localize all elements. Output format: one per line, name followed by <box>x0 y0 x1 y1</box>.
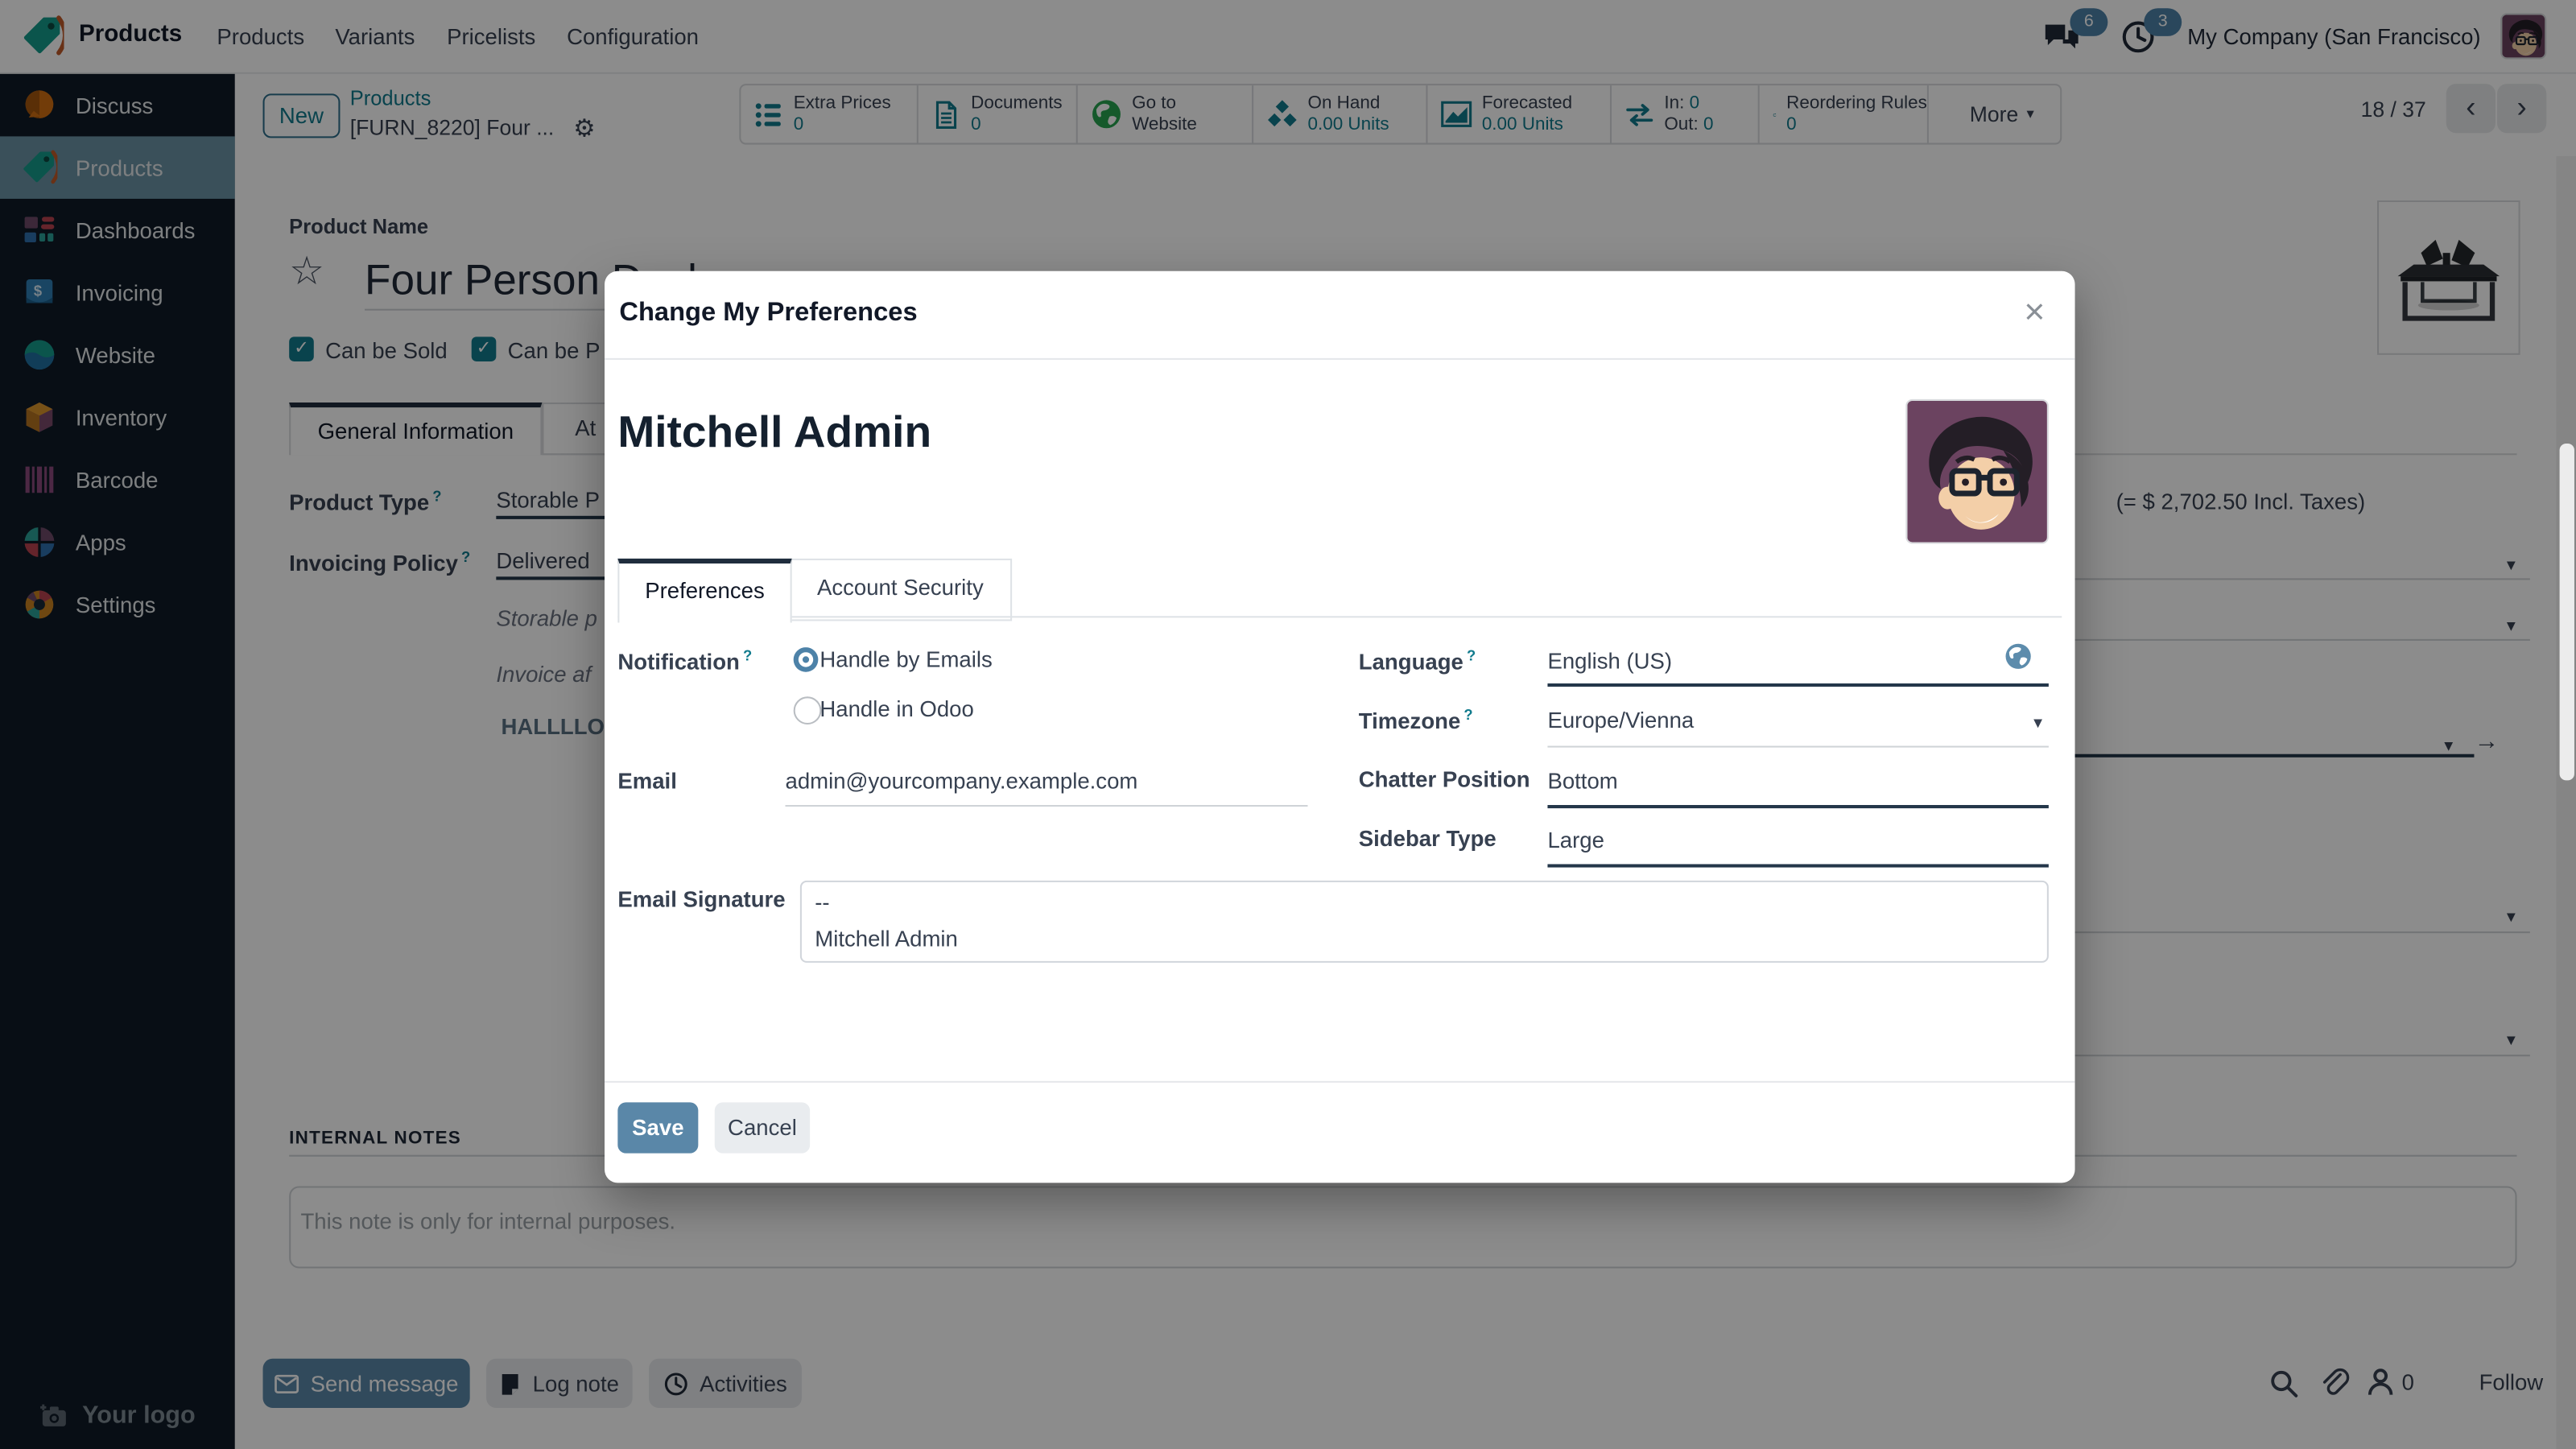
radio-handle-by-emails[interactable] <box>794 647 819 672</box>
tab-preferences[interactable]: Preferences <box>617 559 791 623</box>
timezone-caret-icon[interactable]: ▼ <box>2030 715 2045 731</box>
cancel-button[interactable]: Cancel <box>715 1102 810 1153</box>
email-signature-label: Email Signature <box>617 887 785 912</box>
timezone-underline <box>1547 746 2048 748</box>
sidebar-type-underline <box>1547 864 2048 867</box>
chatter-position-value[interactable]: Bottom <box>1547 769 1617 794</box>
timezone-value[interactable]: Europe/Vienna <box>1547 708 1694 733</box>
chatter-position-label: Chatter Position <box>1359 767 1530 792</box>
email-value[interactable]: admin@yourcompany.example.com <box>786 769 1138 794</box>
email-signature-input[interactable]: -- Mitchell Admin <box>800 881 2049 963</box>
scrollbar-thumb[interactable] <box>2560 444 2574 780</box>
sidebar-type-label: Sidebar Type <box>1359 827 1496 852</box>
language-underline <box>1547 683 2048 687</box>
user-name-heading: Mitchell Admin <box>617 407 931 458</box>
signature-line-2: Mitchell Admin <box>815 927 958 952</box>
signature-line-1: -- <box>815 890 829 915</box>
notification-label: Notification? <box>617 647 752 675</box>
language-label: Language? <box>1359 647 1476 675</box>
dialog-title: Change My Preferences <box>619 299 917 328</box>
dialog-footer-divider <box>605 1081 2075 1083</box>
dialog-header-divider <box>605 358 2075 360</box>
email-underline <box>786 805 1308 807</box>
language-globe-icon[interactable] <box>2004 642 2033 671</box>
user-profile-photo[interactable] <box>1905 399 2049 544</box>
save-button[interactable]: Save <box>617 1102 698 1153</box>
radio-handle-in-odoo[interactable] <box>794 696 822 724</box>
change-preferences-dialog: Change My Preferences × Mitchell Admin P… <box>605 271 2075 1183</box>
language-value[interactable]: English (US) <box>1547 649 1672 674</box>
sidebar-type-value[interactable]: Large <box>1547 828 1604 853</box>
odoo-app-window: Products Products Variants Pricelists Co… <box>0 0 2576 1449</box>
radio-handle-by-emails-label: Handle by Emails <box>819 647 992 672</box>
timezone-label: Timezone? <box>1359 707 1473 734</box>
close-icon[interactable]: × <box>2024 295 2045 328</box>
chatter-position-underline <box>1547 805 2048 808</box>
tab-account-security[interactable]: Account Security <box>789 559 1013 621</box>
radio-handle-in-odoo-label: Handle in Odoo <box>819 696 973 721</box>
email-label: Email <box>617 769 677 794</box>
